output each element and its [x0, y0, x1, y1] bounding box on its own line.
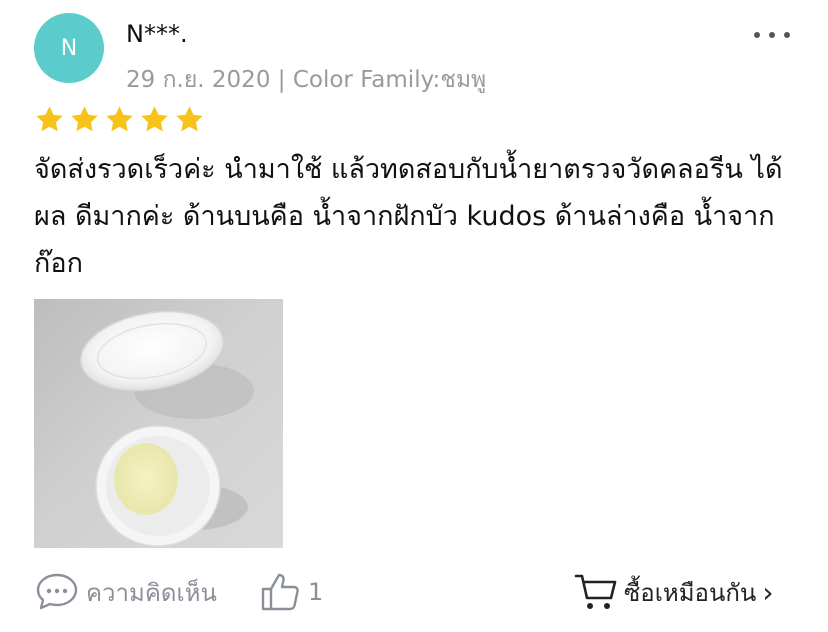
review-photo[interactable]	[34, 299, 283, 548]
chevron-right-icon: ›	[762, 575, 774, 609]
star-icon	[176, 106, 203, 132]
like-button[interactable]: 1	[260, 568, 323, 616]
chat-bubble-icon	[36, 573, 78, 610]
review-actions: ความคิดเห็น 1 ซื้อเหมือนกัน ›	[34, 568, 794, 616]
review-text: จัดส่งรวดเร็วค่ะ นำมาใช้ แล้วทดสอบกับน้ำ…	[34, 154, 783, 279]
buy-same-label: ซื้อเหมือนกัน	[624, 578, 757, 607]
review-variant: Color Family:ชมพู	[292, 67, 487, 93]
review-meta: 29 ก.ย. 2020 | Color Family:ชมพู	[126, 62, 486, 98]
star-icon	[141, 106, 168, 132]
meta-separator: |	[277, 67, 286, 93]
more-dots-icon[interactable]	[754, 30, 790, 40]
avatar-letter: N	[60, 35, 78, 61]
star-icon	[36, 106, 63, 132]
review-photo-image	[34, 299, 283, 548]
star-icon	[106, 106, 133, 132]
buy-same-button[interactable]: ซื้อเหมือนกัน ›	[574, 568, 774, 616]
rating-stars	[34, 104, 205, 135]
comment-label: ความคิดเห็น	[86, 578, 217, 607]
like-count: 1	[308, 578, 324, 606]
thumbs-up-icon	[261, 573, 299, 611]
avatar[interactable]: N	[34, 13, 104, 83]
cart-icon	[574, 574, 617, 609]
reviewer-name: N***.	[126, 20, 188, 48]
star-icon	[71, 106, 98, 132]
review-date: 29 ก.ย. 2020	[126, 67, 271, 93]
comment-button[interactable]: ความคิดเห็น	[34, 568, 217, 616]
